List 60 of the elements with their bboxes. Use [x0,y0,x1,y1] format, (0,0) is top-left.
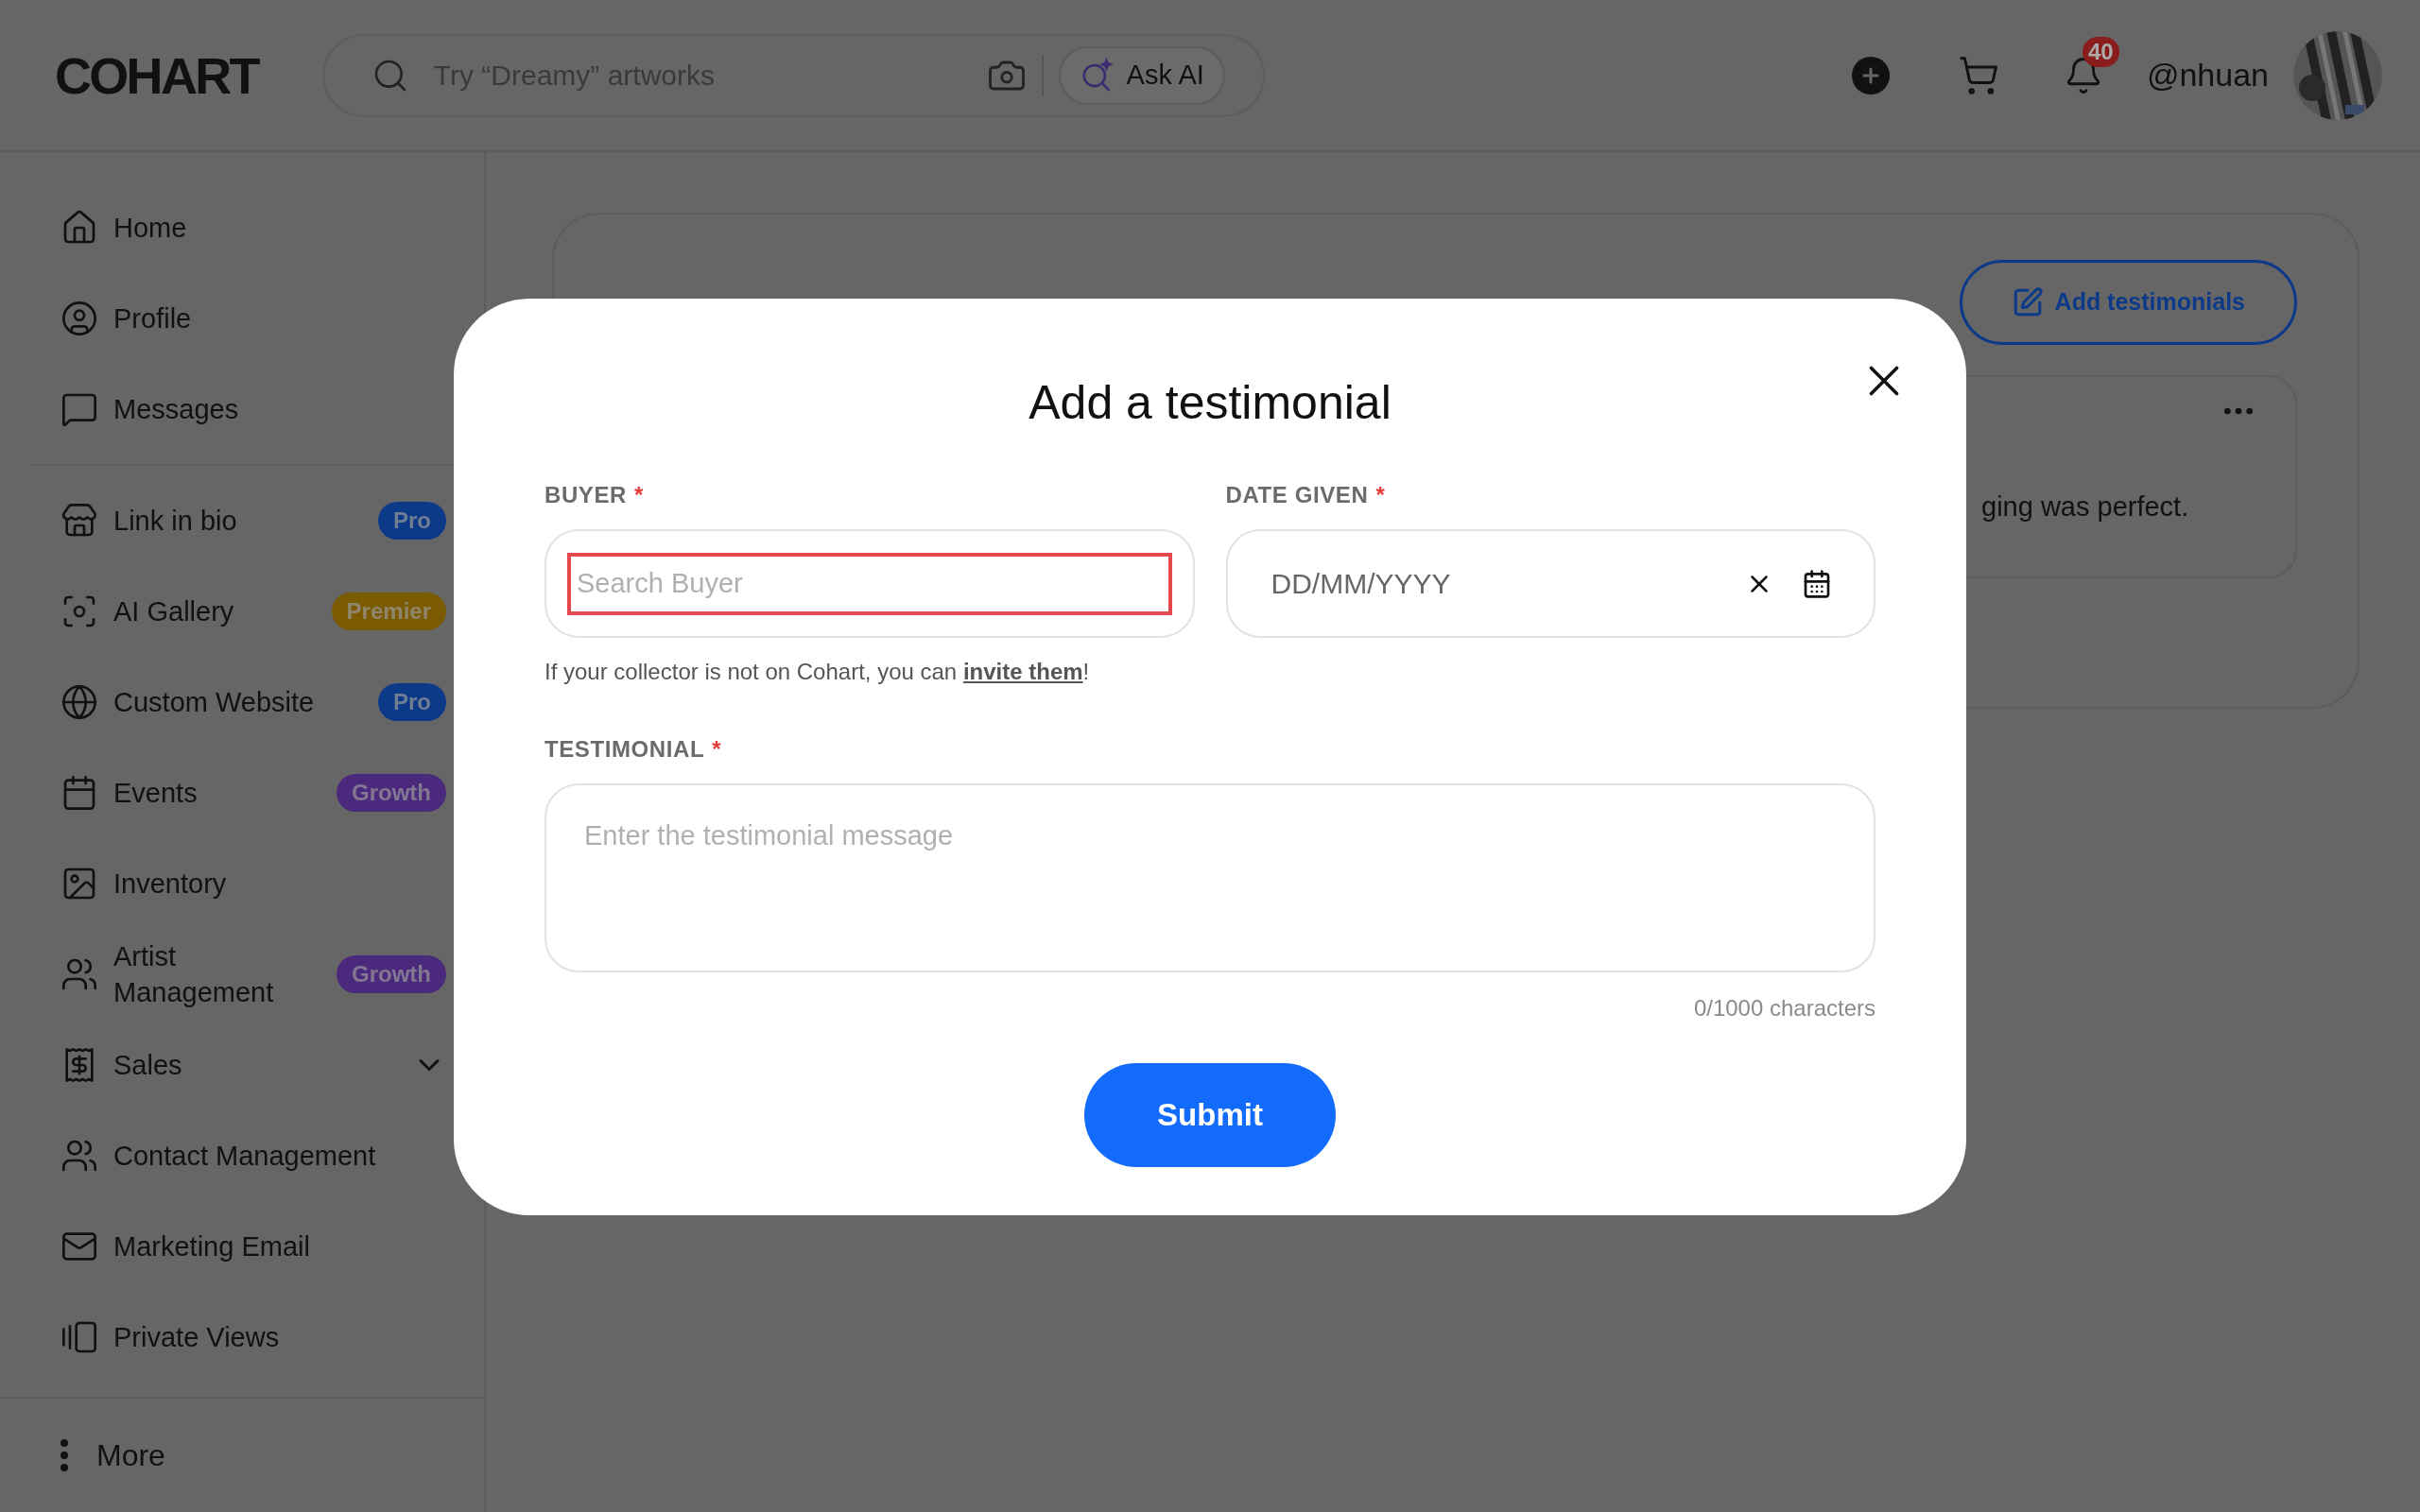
sidebar-label: AI Gallery [113,595,235,628]
cart-icon[interactable] [1957,54,1999,96]
globe-icon [60,683,98,721]
sidebar-label: Messages [113,393,240,426]
character-counter: 0/1000 characters [1693,994,1876,1022]
sidebar-item[interactable]: Messages [0,364,484,455]
sidebar-label: Events [113,777,199,810]
date-field[interactable]: DD/MM/YYYY [1225,529,1876,638]
sidebar-item[interactable]: Profile [0,273,484,364]
submit-button[interactable]: Submit [1084,1063,1336,1167]
plan-badge: Growth [337,955,446,993]
required-mark: * [712,735,721,764]
sidebar-label: Private Views [113,1321,281,1354]
sidebar-label: Marketing Email [113,1230,311,1263]
sidebar-item[interactable]: Contact Management [0,1110,484,1201]
sidebar-label: Profile [113,302,193,335]
testimonial-text: ging was perfect. [1981,490,2189,524]
help-text: If your collector is not on Cohart, you can invite them! [544,658,1091,686]
field-label: DATE GIVEN [1225,481,1369,509]
ask-ai-button[interactable]: Ask AI [1058,45,1225,105]
required-mark: * [1375,481,1385,509]
notification-badge: 40 [2082,36,2119,67]
sidebar-item[interactable]: Home [0,182,484,273]
sidebar-item[interactable]: Inventory [0,838,484,929]
sidebar-label: Home [113,212,188,245]
add-icon[interactable] [1851,56,1890,94]
plan-badge: Growth [337,774,446,812]
testimonial-field[interactable]: Enter the testimonial message [544,783,1876,972]
sidebar-label: Custom Website [113,686,316,719]
sidebar-label: Link in bio [113,505,238,538]
more-item[interactable]: More [0,1399,484,1512]
sidebar-item[interactable]: Artist Management Growth [0,929,484,1020]
sidebar-item[interactable]: Private Views [0,1292,484,1383]
sidebar-label: Artist Management [113,940,275,1009]
field-label: BUYER [544,481,627,509]
sidebar-item[interactable]: Custom Website Pro [0,657,484,747]
logo[interactable]: COHART [55,49,258,101]
sidebar-label: Sales [113,1049,183,1082]
sidebar-item[interactable]: Link in bio Pro [0,475,484,566]
sidebar-item[interactable]: Marketing Email [0,1201,484,1292]
sidebar-label: Contact Management [113,1140,377,1173]
add-testimonials-button[interactable]: Add testimonials [1959,260,2297,345]
plan-badge: Pro [378,683,446,721]
sidebar-item[interactable]: Events Growth [0,747,484,838]
sidebar-label: Inventory [113,868,228,901]
username[interactable]: @nhuan [2146,51,2269,99]
buyer-input[interactable]: Search Buyer [567,552,1172,615]
calendar-icon[interactable] [1802,568,1832,599]
dialog-title: Add a testimonial [1028,375,1392,431]
sidebar-item[interactable]: AI Gallery Premier [0,566,484,657]
sidebar-item[interactable]: Sales [0,1020,484,1110]
more-icon [60,1439,68,1471]
buyer-field[interactable]: Search Buyer [544,529,1195,638]
plan-badge: Pro [378,502,446,540]
required-mark: * [634,481,644,509]
date-input[interactable]: DD/MM/YYYY [1270,562,1745,605]
plan-badge: Premier [331,593,446,630]
user-icon [60,300,98,337]
invite-link[interactable]: invite them [962,659,1083,684]
field-label: TESTIMONIAL [544,735,705,764]
